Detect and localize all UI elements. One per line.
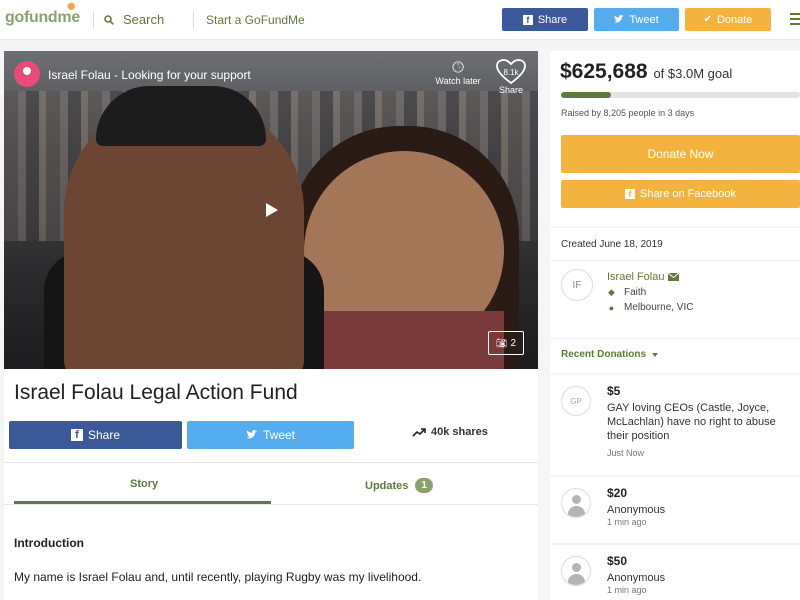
- facebook-share-button[interactable]: f Share: [9, 421, 182, 449]
- category-label: Faith: [624, 287, 647, 298]
- header-donate-button[interactable]: ✔ Donate: [685, 8, 771, 31]
- share-on-facebook-label: Share on Facebook: [639, 188, 736, 200]
- shares-count: 40k shares: [412, 426, 488, 438]
- twitter-icon: [614, 15, 625, 23]
- raised-amount: $625,688: [560, 60, 648, 83]
- trending-up-icon: [412, 427, 426, 437]
- tab-story[interactable]: Story: [130, 478, 158, 490]
- facebook-icon: f: [624, 189, 635, 199]
- user-avatar-icon: [561, 488, 591, 518]
- donation-time: 1 min ago: [607, 585, 647, 595]
- tag-icon: ◆: [608, 287, 615, 297]
- funding-progress-bar: [561, 92, 800, 98]
- photo-gallery-button[interactable]: 📷︎ 2: [488, 331, 524, 355]
- donate-now-button[interactable]: Donate Now: [561, 135, 800, 173]
- envelope-icon[interactable]: [668, 273, 680, 281]
- recent-donations-label: Recent Donations: [561, 349, 647, 360]
- header-divider: [93, 11, 94, 29]
- raised-by-text: Raised by 8,205 people in 3 days: [561, 108, 695, 118]
- video-share-button[interactable]: 8.1k Share: [494, 59, 528, 95]
- top-header: gofundme ✺ Search Start a GoFundMe f Sha…: [0, 0, 800, 40]
- campaign-category[interactable]: ◆ Faith: [607, 287, 646, 298]
- donation-time: 1 min ago: [607, 517, 647, 527]
- header-donate-label: Donate: [716, 13, 753, 26]
- updates-count-badge: 1: [415, 478, 433, 493]
- caret-down-icon: [652, 352, 659, 357]
- facebook-icon: f: [70, 429, 83, 441]
- donation-item: $50 Anonymous 1 min ago: [550, 545, 800, 600]
- donor-name: Anonymous: [607, 572, 666, 584]
- campaign-video[interactable]: Israel Folau - Looking for your support …: [4, 51, 538, 369]
- play-icon[interactable]: [266, 203, 278, 217]
- donation-amount: $5: [607, 384, 621, 398]
- organizer-name: Israel Folau: [607, 271, 665, 283]
- tweet-label: Tweet: [262, 428, 295, 442]
- organizer-avatar: IF: [561, 269, 593, 301]
- gofundme-logo[interactable]: gofundme ✺: [5, 2, 80, 27]
- campaign-title: Israel Folau Legal Action Fund: [14, 381, 298, 404]
- donation-amount: $50: [607, 554, 628, 568]
- created-date: Created June 18, 2019: [561, 239, 663, 250]
- header-divider: [193, 11, 194, 29]
- tabs-bottom-divider: [4, 504, 538, 505]
- tweet-button[interactable]: Tweet: [187, 421, 354, 449]
- share-on-facebook-button[interactable]: f Share on Facebook: [561, 180, 800, 208]
- header-share-button[interactable]: f Share: [502, 8, 588, 31]
- organizer-name-link[interactable]: Israel Folau: [607, 271, 680, 283]
- donation-amount: $20: [607, 486, 628, 500]
- search-icon: [104, 14, 114, 25]
- like-count: 8.1k: [503, 68, 519, 77]
- user-avatar-icon: [561, 556, 591, 586]
- video-share-label: Share: [498, 85, 524, 95]
- map-pin-icon: ●: [608, 302, 615, 313]
- header-tweet-label: Tweet: [629, 13, 659, 26]
- donor-name: Anonymous: [607, 504, 666, 516]
- channel-avatar[interactable]: [14, 61, 40, 87]
- donation-item: GP $5 GAY loving CEOs (Castle, Joyce, Mc…: [550, 375, 800, 475]
- organizer-divider: [550, 260, 800, 261]
- location-label: Melbourne, VIC: [624, 302, 694, 313]
- search-link[interactable]: Search: [104, 12, 164, 27]
- donor-name: GAY loving CEOs (Castle, Joyce, McLachla…: [607, 402, 776, 442]
- campaign-location: ● Melbourne, VIC: [607, 302, 694, 313]
- donation-time: Just Now: [607, 448, 645, 458]
- heart-icon: 8.1k: [496, 59, 526, 85]
- goal-amount: of $3.0M goal: [653, 66, 733, 81]
- facebook-share-label: Share: [87, 428, 121, 442]
- donor-avatar: GP: [561, 386, 591, 416]
- camera-icon: 📷︎: [496, 337, 508, 348]
- video-person-left-cap: [96, 86, 266, 146]
- story-heading: Introduction: [14, 536, 84, 550]
- funding-progress-fill: [561, 92, 611, 98]
- watch-later-label: Watch later: [435, 76, 481, 86]
- start-gofundme-link[interactable]: Start a GoFundMe: [206, 13, 305, 27]
- watch-later-button[interactable]: 🕓︎ Watch later: [432, 59, 484, 86]
- header-share-label: Share: [537, 13, 568, 26]
- tab-updates-label: Updates: [365, 479, 409, 492]
- hamburger-menu-icon[interactable]: [790, 13, 800, 28]
- clock-icon: 🕓︎: [452, 59, 464, 76]
- search-label: Search: [123, 12, 165, 27]
- logo-sun-icon: ✺: [67, 2, 76, 13]
- twitter-icon: [246, 430, 258, 439]
- organizer-card: Created June 18, 2019 IF Israel Folau ◆ …: [550, 228, 800, 373]
- amount-raised: $625,688 of $3.0M goal: [560, 60, 732, 84]
- recent-donations-dropdown[interactable]: Recent Donations: [561, 349, 659, 360]
- shares-label: 40k shares: [431, 426, 488, 438]
- story-paragraph: My name is Israel Folau and, until recen…: [14, 570, 422, 584]
- facebook-icon: f: [522, 14, 533, 25]
- funding-card: $625,688 of $3.0M goal Raised by 8,205 p…: [550, 51, 800, 226]
- video-person-right-shirt: [304, 311, 504, 369]
- donation-item: $20 Anonymous 1 min ago: [550, 477, 800, 543]
- checkmark-icon: ✔: [703, 14, 712, 25]
- header-tweet-button[interactable]: Tweet: [594, 8, 679, 31]
- video-title[interactable]: Israel Folau - Looking for your support: [48, 68, 251, 82]
- recent-donations-divider: [550, 338, 800, 339]
- campaign-panel: Israel Folau - Looking for your support …: [4, 51, 538, 600]
- tabs-divider: [4, 462, 538, 463]
- photo-count: 2: [510, 337, 516, 349]
- tab-updates[interactable]: Updates 1: [365, 478, 433, 493]
